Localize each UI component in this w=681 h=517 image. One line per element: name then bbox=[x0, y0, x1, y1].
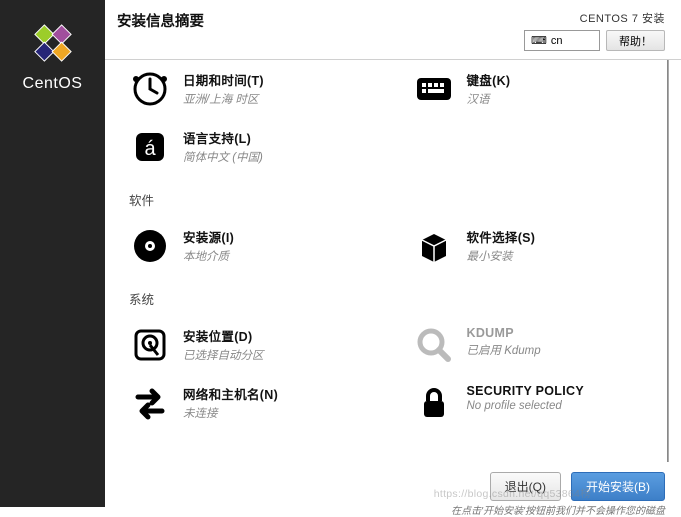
spoke-software-selection[interactable]: 软件选择(S) 最小安装 bbox=[413, 217, 649, 275]
section-heading-software: 软件 bbox=[129, 190, 648, 209]
spoke-status: 本地介质 bbox=[183, 248, 234, 264]
spoke-title: 软件选择(S) bbox=[467, 227, 536, 246]
lock-icon bbox=[413, 382, 455, 424]
keyboard-indicator[interactable]: ⌨ cn bbox=[524, 30, 600, 51]
help-button[interactable]: 帮助！ bbox=[606, 30, 665, 51]
spoke-install-destination[interactable]: 安装位置(D) 已选择自动分区 bbox=[129, 316, 365, 374]
keyboard-icon bbox=[413, 68, 455, 110]
spoke-status: 已选择自动分区 bbox=[183, 347, 264, 363]
header-subtitle: CENTOS 7 安装 bbox=[580, 10, 665, 26]
disk-icon bbox=[129, 324, 171, 366]
clock-icon bbox=[129, 68, 171, 110]
spoke-title: 安装位置(D) bbox=[183, 326, 264, 345]
centos-logo-icon bbox=[30, 20, 76, 71]
disc-icon bbox=[129, 225, 171, 267]
spoke-keyboard[interactable]: 键盘(K) 汉语 bbox=[413, 60, 649, 118]
sidebar: CentOS bbox=[0, 0, 105, 507]
main-panel: 安装信息摘要 CENTOS 7 安装 ⌨ cn 帮助！ 日期和时间(T) 亚洲/… bbox=[105, 0, 681, 507]
spoke-language[interactable]: á 语言支持(L) 简体中文 (中国) bbox=[129, 118, 365, 176]
spoke-status: 简体中文 (中国) bbox=[183, 149, 263, 165]
spoke-status: 汉语 bbox=[467, 91, 511, 107]
svg-text:á: á bbox=[144, 138, 156, 160]
spoke-title: SECURITY POLICY bbox=[467, 384, 584, 398]
header: 安装信息摘要 CENTOS 7 安装 ⌨ cn 帮助！ bbox=[105, 0, 681, 60]
content-scroll[interactable]: 日期和时间(T) 亚洲/上海 时区 键盘(K) 汉语 á bbox=[105, 60, 669, 462]
spoke-datetime[interactable]: 日期和时间(T) 亚洲/上海 时区 bbox=[129, 60, 365, 118]
footer-hint: 在点击'开始安装'按钮前我们并不会操作您的磁盘 bbox=[451, 502, 665, 517]
spoke-title: 安装源(I) bbox=[183, 227, 234, 246]
spoke-title: KDUMP bbox=[467, 326, 541, 340]
spoke-install-source[interactable]: 安装源(I) 本地介质 bbox=[129, 217, 365, 275]
network-icon bbox=[129, 382, 171, 424]
keyboard-small-icon: ⌨ bbox=[531, 34, 547, 47]
spoke-title: 键盘(K) bbox=[467, 70, 511, 89]
brand-text: CentOS bbox=[23, 75, 83, 93]
spoke-status: 最小安装 bbox=[467, 248, 536, 264]
spoke-status: 未连接 bbox=[183, 405, 278, 421]
spoke-status: No profile selected bbox=[467, 400, 584, 412]
keyboard-layout-text: cn bbox=[551, 35, 563, 47]
watermark: https://blog.csdn.net/qq53864榜 bbox=[434, 486, 591, 501]
spoke-status: 亚洲/上海 时区 bbox=[183, 91, 264, 107]
language-icon: á bbox=[129, 126, 171, 168]
spoke-title: 日期和时间(T) bbox=[183, 70, 264, 89]
package-icon bbox=[413, 225, 455, 267]
spoke-security[interactable]: SECURITY POLICY No profile selected bbox=[413, 374, 649, 432]
magnifier-icon bbox=[413, 324, 455, 366]
spoke-status: 已启用 Kdump bbox=[467, 342, 541, 358]
spoke-network[interactable]: 网络和主机名(N) 未连接 bbox=[129, 374, 365, 432]
section-heading-system: 系统 bbox=[129, 289, 648, 308]
page-title: 安装信息摘要 bbox=[117, 10, 204, 31]
spoke-title: 语言支持(L) bbox=[183, 128, 263, 147]
footer: 退出(Q) 开始安装(B) 在点击'开始安装'按钮前我们并不会操作您的磁盘 bbox=[105, 462, 681, 507]
spoke-title: 网络和主机名(N) bbox=[183, 384, 278, 403]
spoke-kdump[interactable]: KDUMP 已启用 Kdump bbox=[413, 316, 649, 374]
